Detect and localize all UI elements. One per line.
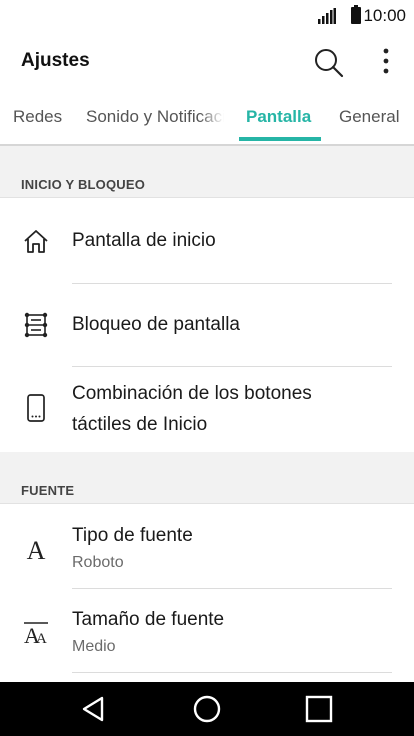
battery-icon <box>351 5 361 24</box>
font-type-icon: A <box>27 536 46 563</box>
font-size-icon: A A <box>24 622 48 647</box>
section-header-label: INICIO Y BLOQUEO <box>21 177 146 192</box>
svg-text:A: A <box>27 536 46 563</box>
setting-label: Bloqueo de pantalla <box>72 314 240 335</box>
setting-row-tipo-fuente[interactable]: A Tipo de fuente Roboto <box>0 505 414 588</box>
tab-indicator <box>239 137 321 141</box>
section-header-inicio-bloqueo: INICIO Y BLOQUEO <box>0 146 414 198</box>
section-header-fuente: FUENTE <box>0 452 414 504</box>
tab-redes[interactable]: Redes <box>13 107 62 127</box>
phone-touch-buttons-icon <box>27 394 45 422</box>
setting-label: Pantalla de inicio <box>72 230 216 251</box>
status-bar: 10:00 <box>0 0 414 32</box>
more-options-button[interactable] <box>366 42 406 82</box>
svg-text:A: A <box>36 631 47 647</box>
tab-pantalla[interactable]: Pantalla <box>246 107 311 127</box>
setting-value: Roboto <box>72 554 124 571</box>
section-header-label: FUENTE <box>21 483 75 498</box>
setting-value: Medio <box>72 638 116 655</box>
search-icon <box>315 49 344 78</box>
setting-label-line1: Combinación de los botones <box>72 383 312 404</box>
setting-label: Tamaño de fuente <box>72 609 225 630</box>
setting-row-botones-tactiles[interactable]: Combinación de los botones táctiles de I… <box>0 367 414 452</box>
more-vert-icon <box>383 48 389 74</box>
recents-square-icon[interactable] <box>303 693 335 725</box>
row-divider <box>72 672 392 673</box>
navigation-bar <box>0 682 414 736</box>
home-icon <box>24 230 48 253</box>
tab-bar: Redes Sonido y Notificaciones Pantalla G… <box>0 90 414 144</box>
page-title: Ajustes <box>21 50 90 71</box>
tab-general[interactable]: General <box>339 107 399 127</box>
home-circle-icon[interactable] <box>191 693 223 725</box>
setting-row-tamano-fuente[interactable]: A A Tamaño de fuente Medio <box>0 589 414 672</box>
search-button[interactable] <box>308 42 348 82</box>
status-time: 10:00 <box>363 6 406 25</box>
setting-row-bloqueo-pantalla[interactable]: Bloqueo de pantalla <box>0 284 414 366</box>
app-bar: Ajustes <box>0 32 414 90</box>
setting-row-pantalla-inicio[interactable]: Pantalla de inicio <box>0 199 414 283</box>
back-triangle-icon[interactable] <box>78 693 110 725</box>
setting-label-line2: táctiles de Inicio <box>72 414 208 435</box>
lock-screen-pattern-icon <box>24 312 48 338</box>
signal-icon <box>318 8 336 24</box>
tab-sonido-notificaciones[interactable]: Sonido y Notificaciones <box>86 107 224 127</box>
setting-label: Tipo de fuente <box>72 525 193 546</box>
